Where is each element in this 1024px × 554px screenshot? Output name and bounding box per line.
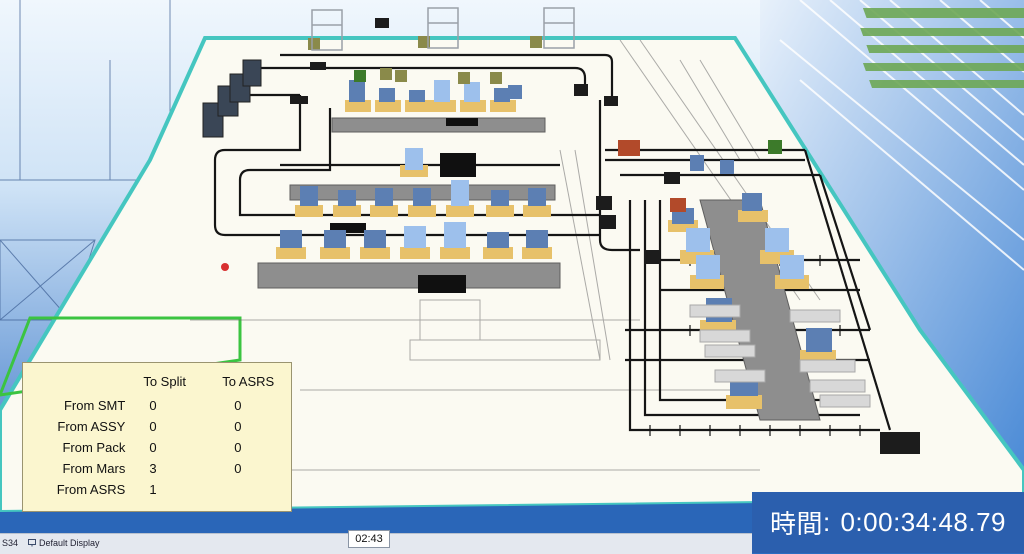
clock-label: 時間	[769, 509, 823, 539]
table-row: From Pack 0 0	[31, 437, 291, 458]
flow-statistics-panel: To Split To ASRS From SMT 0 0 From ASSY …	[22, 362, 292, 512]
value-assy-to-split: 0	[149, 419, 157, 434]
value-smt-to-split: 0	[149, 398, 157, 413]
simulation-clock: 時間: 0:00:34:48.79	[752, 492, 1024, 553]
table-row: From Mars 3 0	[31, 458, 291, 479]
table-row-lower	[257, 262, 561, 289]
row-label-from-assy: From ASSY	[57, 419, 126, 434]
display-label: Default Display	[39, 538, 100, 548]
value-asrs-to-split: 1	[149, 482, 157, 497]
row-label-from-mars: From Mars	[62, 461, 126, 476]
row-label-from-asrs: From ASRS	[56, 482, 126, 497]
value-assy-to-asrs: 0	[234, 419, 242, 434]
row-label-from-smt: From SMT	[63, 398, 126, 413]
value-pack-to-asrs: 0	[234, 440, 242, 455]
table-row-top	[331, 117, 546, 133]
flow-statistics-table: To Split To ASRS From SMT 0 0 From ASSY …	[31, 373, 291, 500]
status-fragment: S34	[2, 538, 19, 548]
table-header-row: To Split To ASRS	[31, 373, 291, 395]
value-pack-to-split: 0	[149, 440, 157, 455]
table-row: From ASSY 0 0	[31, 416, 291, 437]
red-marker	[221, 263, 229, 271]
table-row: From SMT 0 0	[31, 395, 291, 416]
elapsed-time-chip: 02:43	[348, 530, 390, 548]
value-smt-to-asrs: 0	[234, 398, 242, 413]
row-label-from-pack: From Pack	[62, 440, 126, 455]
value-mars-to-asrs: 0	[234, 461, 242, 476]
monitor-icon	[28, 539, 36, 547]
table-row: From ASRS 1	[31, 479, 291, 500]
value-asrs-to-asrs	[222, 479, 291, 500]
value-mars-to-split: 3	[149, 461, 157, 476]
clock-value: 0:00:34:48.79	[840, 507, 1007, 537]
display-selector[interactable]: Default Display	[28, 538, 100, 548]
column-header-to-asrs: To ASRS	[222, 373, 275, 389]
column-header-to-split: To Split	[143, 373, 186, 389]
